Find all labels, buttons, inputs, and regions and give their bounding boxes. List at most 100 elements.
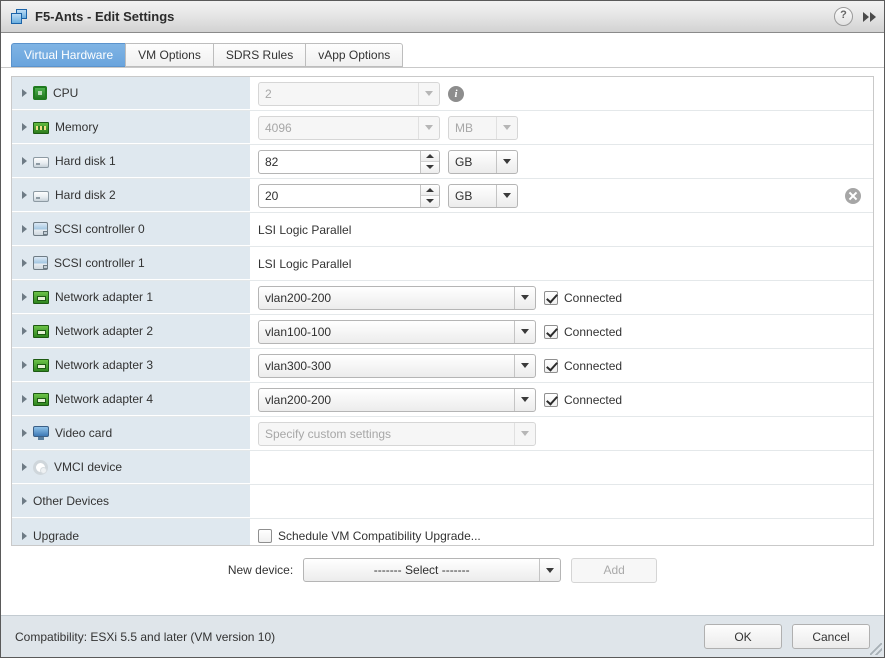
device-row-network-adapter-2: Network adapter 2 vlan100-100 Connected: [12, 315, 873, 349]
stepper-buttons: [420, 150, 439, 173]
expand-triangle-icon[interactable]: [22, 259, 27, 267]
edit-settings-dialog: F5-Ants - Edit Settings ? Virtual Hardwa…: [0, 0, 885, 658]
hard-disk-2-unit-value: GB: [455, 188, 473, 203]
memory-icon: [33, 121, 49, 134]
expand-triangle-icon[interactable]: [22, 225, 27, 233]
checkbox-label: Connected: [564, 358, 623, 373]
network-adapter-2-network-value: vlan100-100: [265, 324, 332, 339]
device-row-network-adapter-3: Network adapter 3 vlan300-300 Connected: [12, 349, 873, 383]
info-icon[interactable]: i: [448, 85, 464, 102]
device-value-cell: LSI Logic Parallel: [250, 213, 873, 246]
expand-triangle-icon[interactable]: [22, 327, 27, 335]
device-name: Upgrade: [33, 528, 80, 543]
device-value-cell: [250, 451, 873, 484]
device-row-vmci-device: VMCI device: [12, 451, 873, 485]
compatibility-text: Compatibility: ESXi 5.5 and later (VM ve…: [15, 629, 276, 644]
stepper-up-icon[interactable]: [421, 150, 439, 162]
network-adapter-3-network-value: vlan300-300: [265, 358, 332, 373]
device-label-cell: Hard disk 2: [12, 179, 250, 212]
scsi-controller-0-value: LSI Logic Parallel: [258, 222, 352, 237]
cancel-button[interactable]: Cancel: [792, 624, 870, 649]
checkbox-box: [258, 529, 272, 543]
device-name: Network adapter 2: [55, 324, 154, 338]
double-chevron-right-icon[interactable]: [860, 9, 878, 25]
network-adapter-2-network-dropdown[interactable]: vlan100-100: [258, 319, 536, 344]
network-adapter-2-connected-checkbox[interactable]: Connected: [544, 324, 622, 339]
chevron-down-icon: [418, 82, 439, 105]
cpu-count-dropdown[interactable]: 2: [258, 81, 440, 106]
resize-grip-icon[interactable]: [870, 643, 882, 655]
hard-disk-1-size-stepper[interactable]: 82: [258, 149, 440, 174]
hard-disk-1-unit-value: GB: [455, 154, 473, 169]
vm-icon: [11, 8, 27, 25]
stepper-down-icon[interactable]: [421, 196, 439, 207]
expand-triangle-icon[interactable]: [22, 293, 27, 301]
expand-triangle-icon[interactable]: [22, 531, 27, 540]
add-device-button[interactable]: Add: [571, 557, 658, 583]
device-row-network-adapter-1: Network adapter 1 vlan200-200 Connected: [12, 281, 873, 315]
remove-device-icon[interactable]: [845, 187, 861, 204]
chevron-down-icon: [496, 116, 517, 139]
expand-triangle-icon[interactable]: [22, 361, 27, 369]
checkbox-label: Connected: [564, 290, 623, 305]
device-name: Other Devices: [33, 494, 110, 508]
network-adapter-icon: [33, 325, 49, 338]
device-label-cell: Video card: [12, 417, 250, 450]
expand-triangle-icon[interactable]: [22, 157, 27, 165]
memory-unit-dropdown[interactable]: MB: [448, 115, 518, 140]
new-device-select-dropdown[interactable]: ------- Select -------: [303, 558, 562, 582]
cpu-icon: [33, 86, 47, 100]
harddisk-icon: [33, 156, 49, 168]
network-adapter-3-connected-checkbox[interactable]: Connected: [544, 358, 623, 373]
tab-vapp-options[interactable]: vApp Options: [305, 43, 404, 67]
expand-triangle-icon[interactable]: [22, 463, 27, 471]
network-adapter-icon: [33, 393, 49, 406]
network-adapter-4-network-dropdown[interactable]: vlan200-200: [258, 387, 536, 412]
harddisk-icon: [33, 190, 49, 202]
device-label-cell: Hard disk 1: [12, 145, 250, 178]
device-name: Network adapter 1: [55, 290, 154, 304]
tab-virtual-hardware[interactable]: Virtual Hardware: [11, 43, 126, 67]
new-device-label: New device:: [227, 563, 294, 577]
device-name: VMCI device: [54, 460, 123, 474]
device-value-cell: 82 GB: [250, 145, 873, 178]
memory-size-dropdown[interactable]: 4096: [258, 115, 440, 140]
expand-triangle-icon[interactable]: [22, 89, 27, 97]
schedule-vm-compatibility-upgrade-checkbox[interactable]: Schedule VM Compatibility Upgrade...: [258, 529, 481, 543]
device-value-cell: LSI Logic Parallel: [250, 247, 873, 280]
device-row-video-card: Video card Specify custom settings: [12, 417, 873, 451]
video-card-settings-dropdown[interactable]: Specify custom settings: [258, 421, 536, 446]
expand-triangle-icon[interactable]: [22, 123, 27, 131]
expand-triangle-icon[interactable]: [22, 497, 27, 505]
checkbox-box: [544, 324, 558, 339]
hard-disk-2-unit-dropdown[interactable]: GB: [448, 183, 518, 208]
expand-triangle-icon[interactable]: [22, 395, 27, 403]
device-name: Hard disk 2: [55, 188, 116, 202]
network-adapter-1-connected-checkbox[interactable]: Connected: [544, 290, 623, 305]
device-value-cell: vlan200-200 Connected: [250, 281, 873, 314]
device-name: Video card: [55, 426, 113, 440]
help-icon[interactable]: ?: [834, 7, 853, 26]
stepper-down-icon[interactable]: [421, 162, 439, 173]
chevron-down-icon: [514, 388, 535, 411]
network-adapter-1-network-dropdown[interactable]: vlan200-200: [258, 285, 536, 310]
network-adapter-1-network-value: vlan200-200: [265, 290, 332, 305]
tab-sdrs-rules[interactable]: SDRS Rules: [212, 43, 306, 67]
stepper-up-icon[interactable]: [421, 184, 439, 196]
tab-vm-options[interactable]: VM Options: [125, 43, 213, 67]
ok-button[interactable]: OK: [704, 624, 782, 649]
hard-disk-1-unit-dropdown[interactable]: GB: [448, 149, 518, 174]
device-value-cell: vlan100-100 Connected: [250, 315, 873, 348]
network-adapter-3-network-dropdown[interactable]: vlan300-300: [258, 353, 536, 378]
chevron-down-icon: [514, 286, 535, 309]
expand-triangle-icon[interactable]: [22, 191, 27, 199]
network-adapter-4-connected-checkbox[interactable]: Connected: [544, 392, 622, 407]
device-label-cell: Memory: [12, 111, 250, 144]
checkbox-box: [544, 392, 558, 407]
hard-disk-2-size-stepper[interactable]: 20: [258, 183, 440, 208]
chevron-down-icon: [539, 559, 560, 581]
device-row-cpu: CPU 2 i: [12, 77, 873, 111]
device-name: Memory: [55, 120, 99, 134]
device-name: CPU: [53, 86, 79, 100]
expand-triangle-icon[interactable]: [22, 429, 27, 437]
